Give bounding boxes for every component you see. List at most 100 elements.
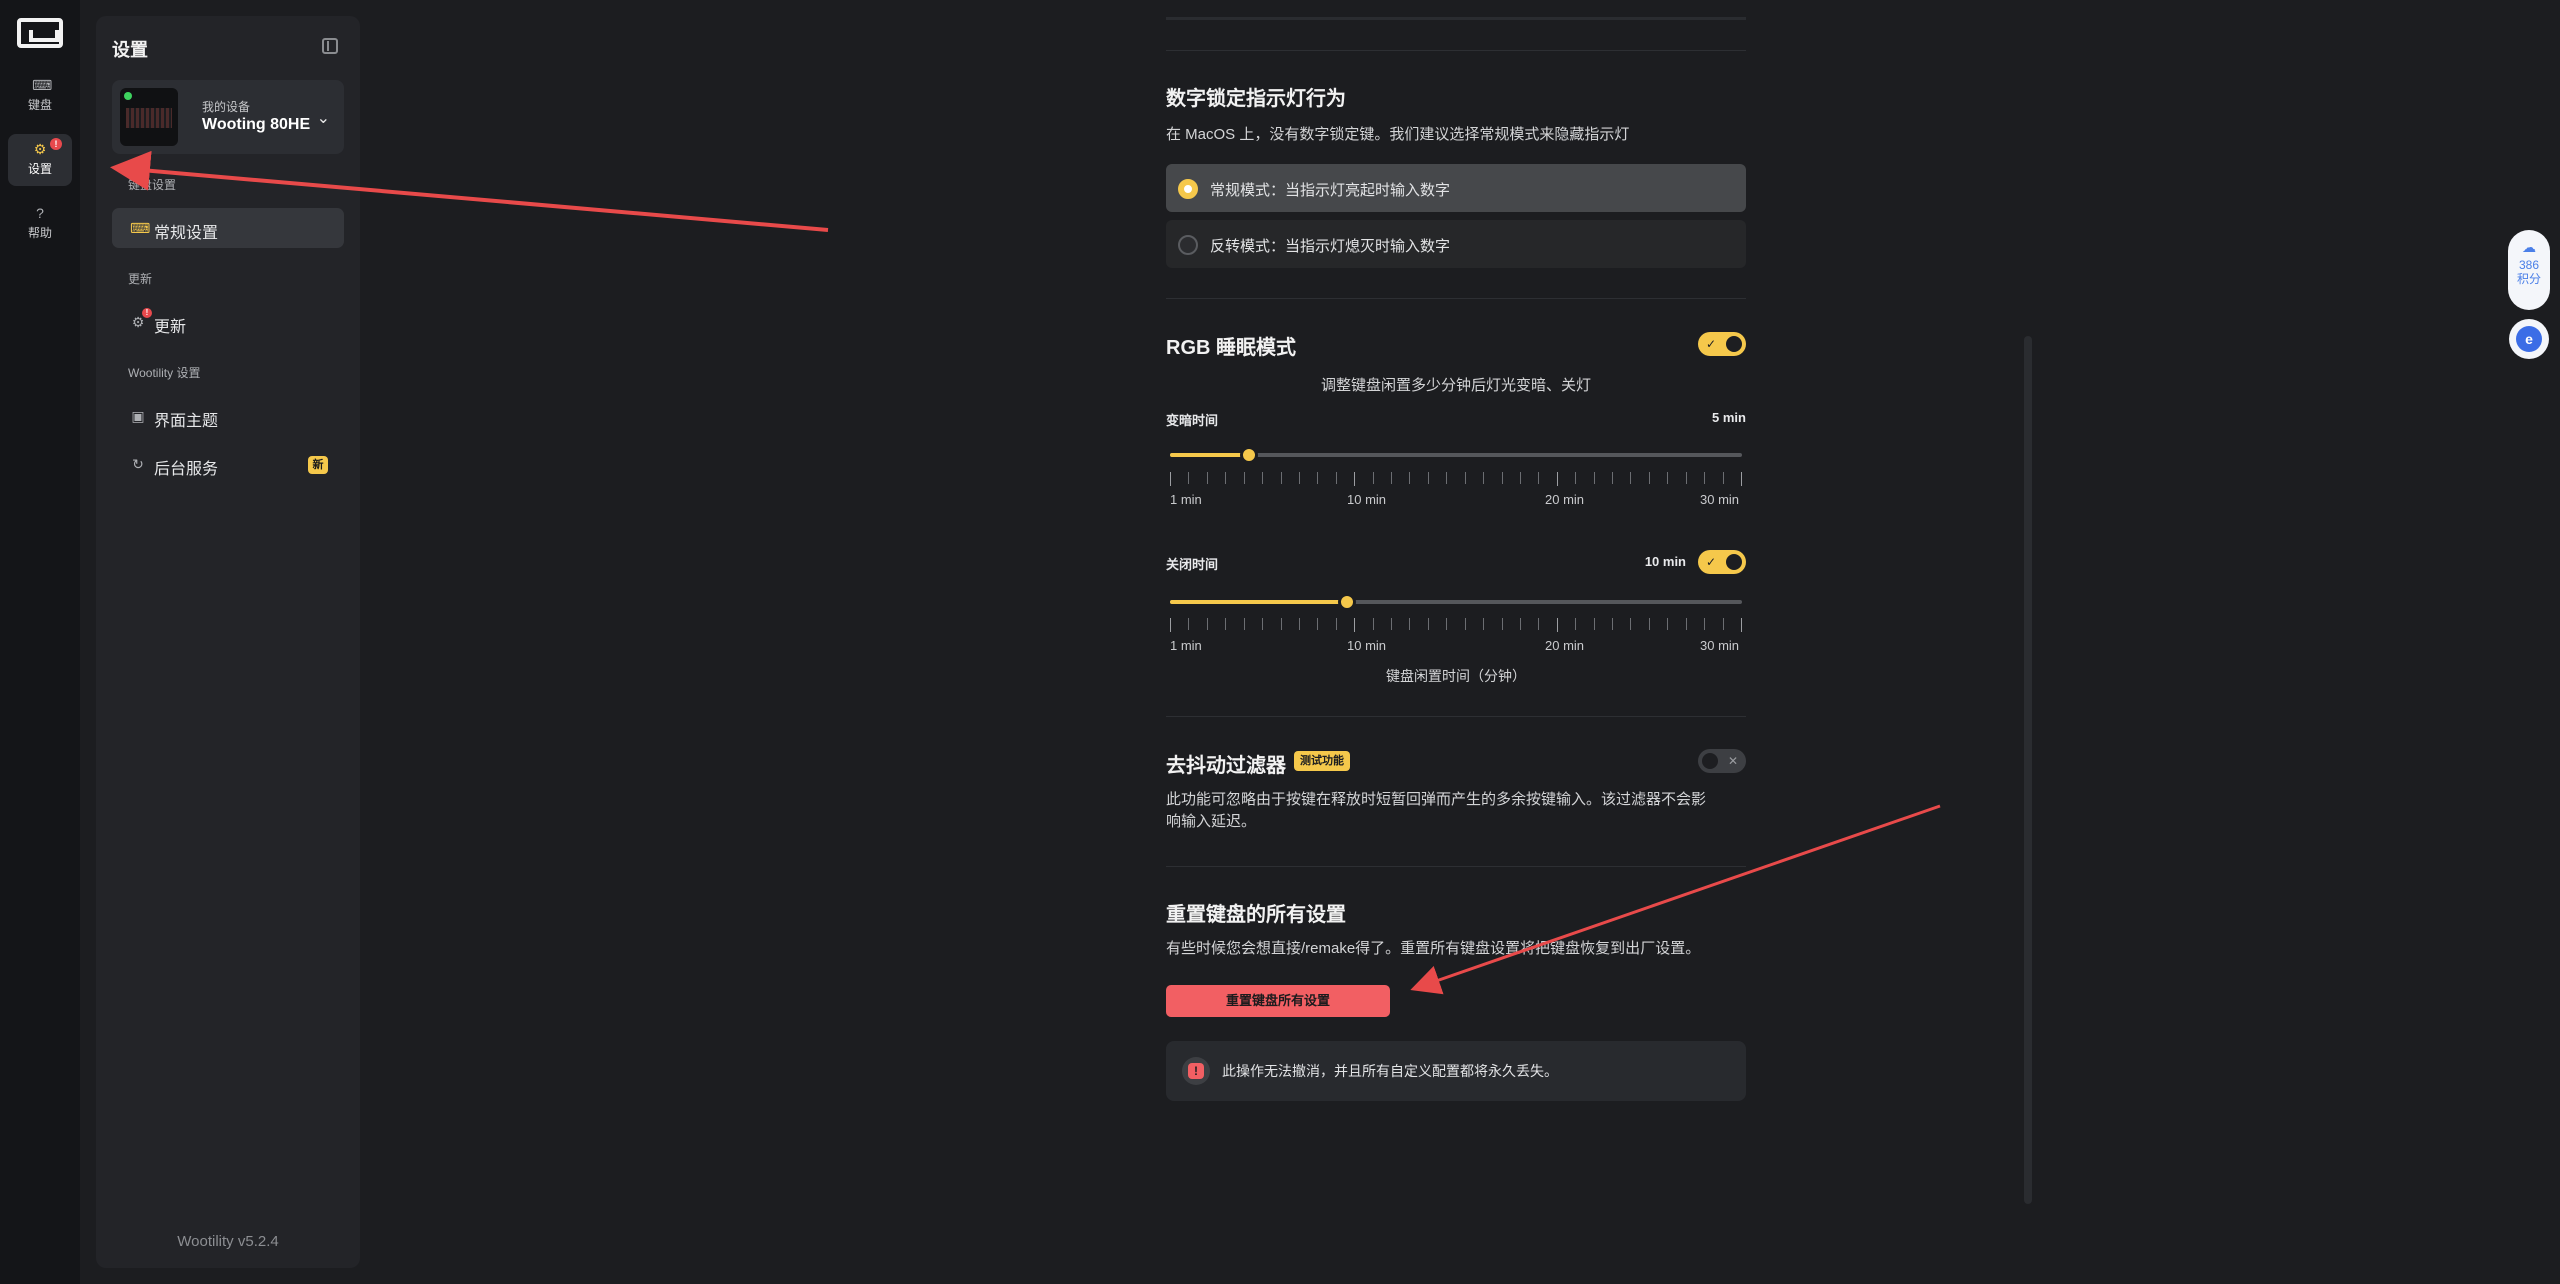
slider-tick bbox=[1317, 472, 1319, 484]
slider-tick bbox=[1372, 472, 1374, 484]
debounce-title: 去抖动过滤器 bbox=[1166, 755, 1286, 777]
warning-text: 此操作无法撤消，并且所有自定义配置都将永久丢失。 bbox=[1222, 1063, 1558, 1079]
update-alert-badge: ! bbox=[142, 308, 152, 318]
slider-tick bbox=[1630, 618, 1632, 630]
option-label: 反转模式：当指示灯熄灭时输入数字 bbox=[1210, 238, 1451, 255]
cloud-icon: ☁ bbox=[2522, 239, 2536, 255]
slider-tick bbox=[1280, 618, 1282, 630]
service-icon: ↻ bbox=[132, 456, 144, 472]
dim-time-slider[interactable] bbox=[1170, 446, 1742, 464]
reset-warning: 此操作无法撤消，并且所有自定义配置都将永久丢失。 bbox=[1166, 1041, 1746, 1101]
rgb-sleep-toggle[interactable]: ✓ bbox=[1698, 332, 1746, 356]
beta-badge: 测试功能 bbox=[1294, 751, 1350, 771]
slider-tick bbox=[1648, 618, 1650, 630]
slider-thumb[interactable] bbox=[1338, 593, 1357, 611]
chevron-down-icon[interactable]: ⌄ bbox=[317, 108, 330, 128]
slider-tick bbox=[1391, 618, 1393, 630]
slider-tick bbox=[1741, 472, 1742, 486]
debounce-toggle[interactable]: ✕ bbox=[1698, 749, 1746, 773]
divider bbox=[1166, 50, 1746, 51]
warning-icon bbox=[1182, 1057, 1210, 1085]
alert-badge: ! bbox=[50, 138, 62, 150]
content-scrollbar[interactable] bbox=[2024, 336, 2032, 1204]
assistant-widget[interactable]: e bbox=[2509, 319, 2549, 359]
tick-label-10: 10 min bbox=[1347, 638, 1387, 653]
slider-tick bbox=[1722, 618, 1724, 630]
slider-tick bbox=[1225, 472, 1227, 484]
sidebar-item-label: 常规设置 bbox=[154, 225, 219, 242]
off-time-toggle[interactable]: ✓ bbox=[1698, 550, 1746, 574]
sidebar-item-background-service[interactable]: ↻ 后台服务 新 bbox=[112, 444, 344, 484]
tick-label-20: 20 min bbox=[1545, 638, 1585, 653]
tick-label-1: 1 min bbox=[1170, 492, 1202, 507]
device-sublabel: 我的设备 bbox=[202, 100, 251, 114]
off-time-ticks bbox=[1170, 618, 1742, 632]
off-time-label: 关闭时间 bbox=[1166, 557, 1219, 572]
slider-tick bbox=[1262, 472, 1264, 484]
theme-icon: ▣ bbox=[131, 408, 145, 424]
sidebar-item-label: 更新 bbox=[154, 319, 187, 336]
sidebar-item-theme[interactable]: ▣ 界面主题 bbox=[112, 396, 344, 436]
slider-tick bbox=[1667, 618, 1669, 630]
slider-tick bbox=[1298, 472, 1300, 484]
device-selector[interactable]: 我的设备 Wooting 80HE ⌄ bbox=[112, 80, 344, 154]
slider-tick bbox=[1427, 618, 1429, 630]
slider-tick bbox=[1704, 618, 1706, 630]
divider bbox=[1166, 716, 1746, 717]
option-label: 常规模式：当指示灯亮起时输入数字 bbox=[1210, 182, 1451, 199]
reset-all-settings-button[interactable]: 重置键盘所有设置 bbox=[1166, 985, 1390, 1017]
divider bbox=[1166, 298, 1746, 299]
tick-label-30: 30 min bbox=[1700, 638, 1740, 653]
slider-fill bbox=[1170, 600, 1348, 604]
section-keyboard-settings: 键盘设置 bbox=[128, 178, 177, 192]
numlock-option-normal[interactable]: 常规模式：当指示灯亮起时输入数字 bbox=[1166, 164, 1746, 212]
slider-tick bbox=[1501, 472, 1503, 484]
rail-item-settings[interactable]: ⚙ ! 设置 bbox=[8, 134, 72, 186]
slider-tick bbox=[1206, 618, 1208, 630]
tick-label-10: 10 min bbox=[1347, 492, 1387, 507]
slider-tick bbox=[1464, 618, 1466, 630]
sidebar-item-update[interactable]: ⚙ ! 更新 bbox=[112, 302, 344, 342]
rgb-sleep-description: 调整键盘闲置多少分钟后灯光变暗、关灯 bbox=[1320, 377, 1591, 394]
debounce-description-line1: 此功能可忽略由于按键在释放时短暂回弹而产生的多余按键输入。该过滤器不会影 bbox=[1166, 791, 1707, 808]
slider-tick bbox=[1372, 618, 1374, 630]
gear-icon: ⚙ bbox=[33, 141, 47, 157]
slider-tick bbox=[1704, 472, 1706, 484]
connected-status-dot bbox=[124, 92, 132, 100]
radio-unselected[interactable] bbox=[1178, 235, 1198, 255]
tick-label-20: 20 min bbox=[1545, 492, 1585, 507]
debounce-description-line2: 响输入延迟。 bbox=[1166, 813, 1257, 830]
slider-tick bbox=[1630, 472, 1632, 484]
off-time-slider[interactable] bbox=[1170, 593, 1742, 611]
slider-tick bbox=[1170, 472, 1171, 486]
rail-item-label: 帮助 bbox=[27, 226, 52, 240]
points-widget[interactable]: ☁ 386 积分 bbox=[2508, 230, 2550, 310]
rail-item-keyboard[interactable]: ⌨ 键盘 bbox=[8, 70, 72, 122]
collapse-sidebar-icon[interactable] bbox=[322, 38, 338, 54]
top-divider bbox=[1166, 17, 1746, 20]
numlock-option-inverted[interactable]: 反转模式：当指示灯熄灭时输入数字 bbox=[1166, 220, 1746, 268]
slider-tick bbox=[1409, 472, 1411, 484]
sidebar-item-general[interactable]: ⌨ 常规设置 bbox=[112, 208, 344, 248]
dim-time-ticks bbox=[1170, 472, 1742, 486]
slider-tick bbox=[1170, 618, 1171, 632]
slider-thumb[interactable] bbox=[1239, 446, 1258, 464]
slider-tick bbox=[1427, 472, 1429, 484]
device-name: Wooting 80HE bbox=[202, 116, 311, 133]
toggle-knob bbox=[1702, 753, 1718, 769]
slider-tick bbox=[1667, 472, 1669, 484]
slider-tick bbox=[1501, 618, 1503, 630]
slider-tick bbox=[1575, 618, 1577, 630]
toggle-knob bbox=[1726, 554, 1742, 570]
slider-tick bbox=[1446, 618, 1448, 630]
divider bbox=[1166, 866, 1746, 867]
keyboard-icon: ⌨ bbox=[32, 77, 53, 93]
slider-tick bbox=[1409, 618, 1411, 630]
reset-description: 有些时候您会想直接/remake得了。重置所有键盘设置将把键盘恢复到出厂设置。 bbox=[1166, 940, 1701, 957]
radio-selected[interactable] bbox=[1178, 179, 1198, 199]
keyboard-icon: ⌨ bbox=[130, 220, 151, 236]
slider-tick bbox=[1206, 472, 1208, 484]
rail-item-help[interactable]: ? 帮助 bbox=[8, 198, 72, 250]
dim-time-label: 变暗时间 bbox=[1166, 413, 1219, 428]
rgb-sleep-title: RGB 睡眠模式 bbox=[1166, 337, 1296, 359]
